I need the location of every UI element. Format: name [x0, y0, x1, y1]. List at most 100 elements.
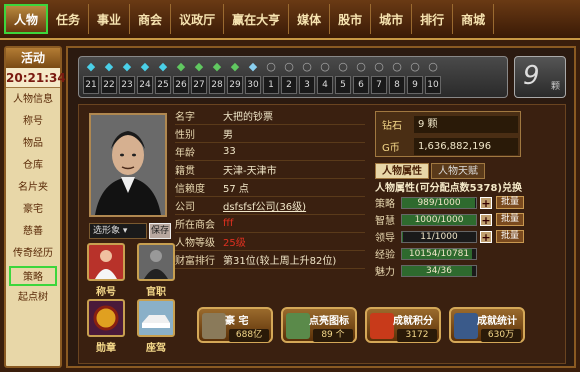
achievement-points-title: 成就积分: [393, 316, 433, 327]
attribute-bar: 1000/1000: [401, 213, 477, 226]
medal-label: 勋章: [96, 343, 116, 354]
attribute-value: 11/1000: [420, 231, 458, 242]
image-select[interactable]: 选形象 ▾: [89, 223, 147, 239]
attribute-value: 989/1000: [417, 197, 461, 208]
attribute-bar: 989/1000: [401, 196, 477, 209]
save-button[interactable]: 保存: [149, 223, 171, 239]
attribute-bar: 11/1000: [401, 230, 477, 243]
info-value[interactable]: dsfsfsf公司(36级): [223, 198, 365, 213]
diamond-label: 钻石: [382, 120, 402, 132]
gem-number: 24: [137, 76, 153, 94]
diamond-icon: ○: [338, 59, 348, 73]
gem-number: 8: [389, 76, 405, 94]
tab-chamber[interactable]: 商会: [130, 4, 172, 34]
info-table: 名字 大把的钞票 性别 男年龄 33 籍贯 天津-天津市 信赖度 57 点公司 dsfsfsf公司…: [175, 107, 365, 269]
tab-tycoon[interactable]: 赢在大亨: [224, 4, 290, 34]
title-badge-label: 称号: [96, 287, 116, 298]
sidebar-item-cards[interactable]: 名片夹: [6, 178, 60, 198]
attribute-label: 策略: [375, 199, 395, 210]
gem-slot: ◆ 28: [209, 59, 225, 95]
gem-slot: ○ 4: [317, 59, 333, 95]
gem-slot: ○ 9: [407, 59, 423, 95]
tab-character[interactable]: 人物: [4, 4, 49, 34]
light-icons-button[interactable]: 点亮图标 89 个: [281, 307, 357, 343]
achievement-stats-button[interactable]: 成就统计 630万: [449, 307, 525, 343]
achievement-points-value: 3172: [397, 329, 437, 342]
info-row: 公司 dsfsfsf公司(36级): [175, 197, 365, 215]
batch-button[interactable]: 批量: [496, 196, 525, 209]
info-label: 信赖度: [175, 184, 205, 195]
sidebar-header[interactable]: 活动: [6, 48, 60, 68]
tab-city[interactable]: 城市: [371, 4, 413, 34]
gem-slot: ○ 6: [353, 59, 369, 95]
sidebar: 活动 20:21:34 人物信息 称号 物品 仓库 名片夹 豪宅 慈善 传奇经历…: [4, 46, 66, 368]
diamond-icon: ○: [266, 59, 276, 73]
title-badge-icon[interactable]: [87, 243, 125, 281]
achievement-points-button[interactable]: 成就积分 3172: [365, 307, 441, 343]
diamond-icon: ◆: [104, 59, 114, 73]
gem-slot: ○ 2: [281, 59, 297, 95]
attribute-row: 经验 10154/10781: [375, 245, 555, 262]
batch-button[interactable]: 批量: [496, 213, 525, 226]
gem-count-value: 9: [523, 61, 540, 91]
info-row: 年龄 33: [175, 143, 365, 161]
vehicle-icon[interactable]: [137, 299, 175, 337]
tab-career[interactable]: 事业: [89, 4, 131, 34]
sidebar-item-charity[interactable]: 慈善: [6, 222, 60, 242]
clock: 20:21:34: [6, 68, 66, 88]
attribute-value: 1000/1000: [414, 214, 464, 225]
gem-count-unit: 颗: [551, 82, 561, 92]
attribute-label: 智慧: [375, 216, 395, 227]
achievement-stats-value: 630万: [481, 329, 521, 342]
gem-number: 30: [245, 76, 261, 94]
gem-number: 26: [173, 76, 189, 94]
tab-council[interactable]: 议政厅: [171, 4, 225, 34]
light-icons-title: 点亮图标: [309, 316, 349, 327]
tab-tasks[interactable]: 任务: [48, 4, 90, 34]
tab-ranking[interactable]: 排行: [412, 4, 454, 34]
plus-button[interactable]: +: [480, 230, 492, 243]
tab-talents[interactable]: 人物天赋: [431, 163, 485, 179]
tab-stocks[interactable]: 股市: [330, 4, 372, 34]
sidebar-item-warehouse[interactable]: 仓库: [6, 156, 60, 176]
info-row: 人物等级 25级: [175, 233, 365, 251]
official-badge-icon[interactable]: [137, 243, 175, 281]
diamond-icon: ◆: [86, 59, 96, 73]
sidebar-item-legend[interactable]: 传奇经历: [6, 244, 60, 264]
diamond-icon: ○: [410, 59, 420, 73]
attribute-row: 策略 989/1000 + 批量: [375, 194, 555, 211]
portrait[interactable]: [89, 113, 167, 217]
gem-number: 27: [191, 76, 207, 94]
sidebar-item-mansion[interactable]: 豪宅: [6, 200, 60, 220]
gem-count: 9 颗: [514, 56, 566, 98]
info-label: 年龄: [175, 148, 195, 159]
sidebar-item-title[interactable]: 称号: [6, 112, 60, 132]
diamond-icon: ○: [356, 59, 366, 73]
plus-button[interactable]: +: [480, 213, 492, 226]
top-nav: 人物 任务 事业 商会 议政厅 赢在大亨 媒体 股市 城市 排行 商城: [0, 0, 580, 40]
image-select-label: 选形象: [93, 226, 121, 236]
mansion-button[interactable]: 豪 宅 688亿: [197, 307, 273, 343]
diamond-icon: ○: [302, 59, 312, 73]
gem-slot: ○ 8: [389, 59, 405, 95]
plus-button[interactable]: +: [480, 196, 492, 209]
tab-attributes[interactable]: 人物属性: [375, 163, 429, 179]
gem-row: ◆ 21 ◆ 22 ◆ 23 ◆ 24 ◆ 25 ◆ 26 ◆ 27 ◆ 28 ◆ 29 ◆ 30 ○ 1 ○ 2 ○ 3 ○ 4 ○ 5…: [78, 56, 508, 98]
medal-icon[interactable]: [87, 299, 125, 337]
sidebar-item-strategy[interactable]: 策略: [9, 266, 57, 286]
diamond-icon: ◆: [194, 59, 204, 73]
house-icon: [202, 313, 226, 339]
gem-slot: ○ 10: [425, 59, 441, 95]
character-panel: 选形象 ▾ 保存 称号 官职 勋章 座驾 名字 大把的钞票 性别 男年龄 33 籍贯 天津-…: [78, 104, 566, 364]
diamond-icon: ◆: [140, 59, 150, 73]
batch-button[interactable]: 批量: [496, 230, 525, 243]
sidebar-item-start-tree[interactable]: 起点树: [6, 288, 60, 308]
attribute-bar-fill: [402, 231, 403, 242]
diamond-value: 9 颗: [414, 115, 518, 133]
tab-mall[interactable]: 商城: [453, 4, 495, 34]
attribute-bar: 34/36: [401, 264, 477, 277]
tab-media[interactable]: 媒体: [289, 4, 331, 34]
gem-slot: ○ 3: [299, 59, 315, 95]
sidebar-item-info[interactable]: 人物信息: [6, 90, 60, 110]
sidebar-item-items[interactable]: 物品: [6, 134, 60, 154]
